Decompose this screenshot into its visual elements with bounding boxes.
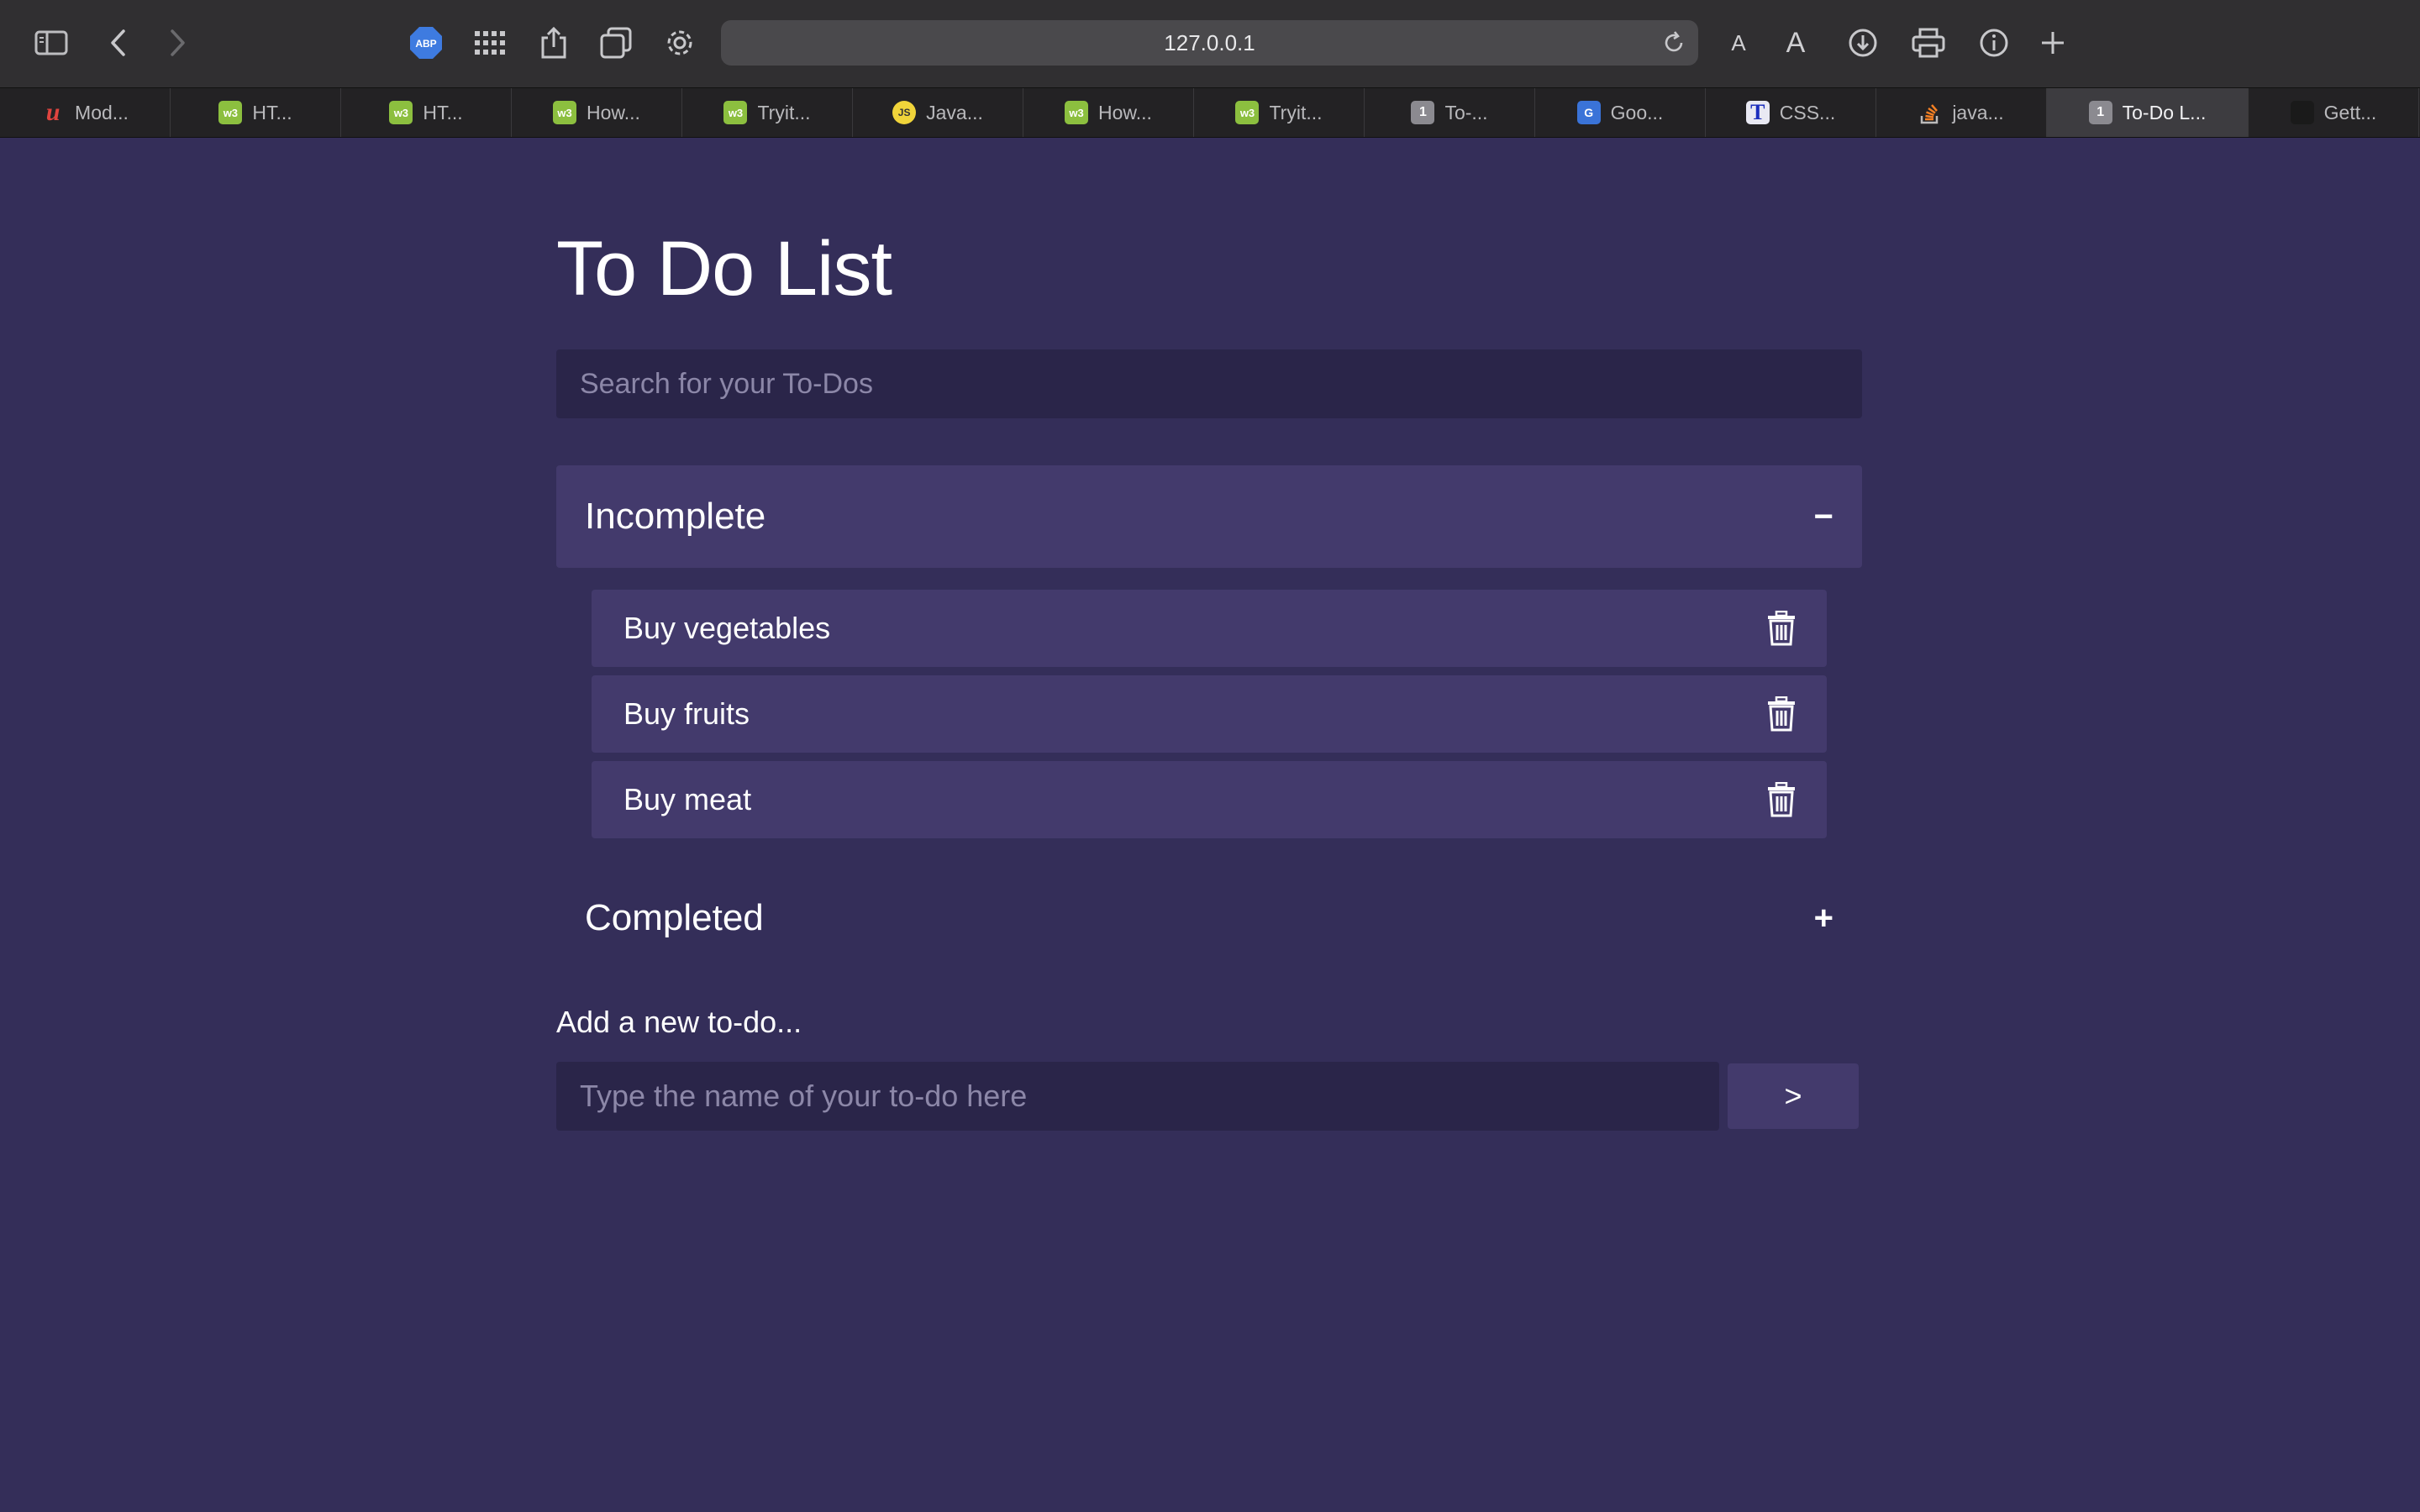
- gear-icon[interactable]: [655, 18, 704, 67]
- expand-toggle[interactable]: +: [1814, 900, 1833, 937]
- tab-title: Gett...: [2323, 101, 2377, 123]
- tab-title: Goo...: [1610, 101, 1664, 123]
- adblock-label: ABP: [415, 38, 436, 50]
- tab-title: To-Do L...: [2122, 101, 2207, 123]
- browser-tab[interactable]: w3 Tryit...: [682, 88, 853, 137]
- submit-button[interactable]: >: [1728, 1063, 1859, 1129]
- todo-item[interactable]: Buy vegetables: [592, 590, 1827, 667]
- todo-text: Buy vegetables: [623, 611, 831, 645]
- todo-text: Buy meat: [623, 782, 752, 816]
- browser-toolbar: ABP 127.0.0.1 A A: [0, 0, 2420, 87]
- font-smaller-button[interactable]: A: [1714, 18, 1763, 67]
- browser-tab[interactable]: w3 Tryit...: [1194, 88, 1365, 137]
- download-icon[interactable]: [1839, 18, 1887, 67]
- new-todo-input[interactable]: [556, 1062, 1719, 1131]
- completed-section-header[interactable]: Completed +: [556, 867, 1862, 969]
- tab-title: CSS...: [1779, 101, 1836, 123]
- font-larger-label: A: [1786, 26, 1806, 59]
- tab-title: java...: [1952, 101, 2004, 123]
- google-icon: G: [1576, 101, 1601, 124]
- tab-title: Mod...: [75, 101, 129, 123]
- browser-tab[interactable]: 1 To-Do L...: [2047, 88, 2249, 137]
- page-title: To Do List: [556, 226, 892, 312]
- browser-tab[interactable]: w3 How...: [512, 88, 682, 137]
- back-icon[interactable]: [94, 18, 143, 67]
- w3schools-icon: w3: [1235, 101, 1260, 124]
- adblock-icon[interactable]: ABP: [402, 18, 450, 67]
- font-smaller-label: A: [1731, 29, 1746, 55]
- todo-item[interactable]: Buy meat: [592, 761, 1827, 838]
- browser-tab[interactable]: G Goo...: [1535, 88, 1706, 137]
- tab-title: Tryit...: [1269, 101, 1323, 123]
- browser-tab[interactable]: JS Java...: [853, 88, 1023, 137]
- add-todo-label: Add a new to-do...: [556, 1005, 802, 1039]
- number-icon: 1: [1411, 101, 1435, 124]
- browser-tab[interactable]: T CSS...: [1706, 88, 1876, 137]
- tab-title: HT...: [423, 101, 463, 123]
- tab-overview-icon[interactable]: [592, 18, 640, 67]
- t-icon: T: [1745, 100, 1770, 124]
- new-tab-icon[interactable]: [2028, 18, 2077, 67]
- trash-icon[interactable]: [1766, 782, 1797, 817]
- number-icon: 1: [2088, 101, 2112, 124]
- udemy-icon: u: [45, 98, 60, 126]
- browser-tab[interactable]: w3 HT...: [171, 88, 341, 137]
- browser-tab[interactable]: 1 To-...: [1365, 88, 1535, 137]
- info-icon[interactable]: [1970, 18, 2018, 67]
- tab-title: HT...: [252, 101, 292, 123]
- tab-title: How...: [587, 101, 640, 123]
- address-bar[interactable]: 127.0.0.1: [721, 20, 1698, 66]
- browser-tab[interactable]: java...: [1876, 88, 2047, 137]
- font-larger-button[interactable]: A: [1771, 18, 1820, 67]
- stackoverflow-icon: [1918, 101, 1942, 124]
- todo-text: Buy fruits: [623, 696, 750, 731]
- w3schools-icon: w3: [553, 101, 577, 124]
- incomplete-section-header[interactable]: Incomplete −: [556, 465, 1862, 568]
- trash-icon[interactable]: [1766, 696, 1797, 732]
- w3schools-icon: w3: [389, 101, 413, 124]
- browser-tab[interactable]: u Mod...: [0, 88, 171, 137]
- tab-title: Java...: [926, 101, 983, 123]
- browser-tab[interactable]: Gett...: [2249, 88, 2419, 137]
- tab-title: Tryit...: [757, 101, 811, 123]
- print-icon[interactable]: [1904, 18, 1953, 67]
- javascript-icon: JS: [892, 101, 917, 124]
- dark-icon: [2290, 101, 2314, 124]
- w3schools-icon: w3: [1065, 101, 1089, 124]
- tab-title: To-...: [1444, 101, 1488, 123]
- completed-section-title: Completed: [585, 897, 764, 938]
- collapse-toggle[interactable]: −: [1814, 498, 1833, 536]
- grid-icon[interactable]: [466, 18, 514, 67]
- incomplete-section-title: Incomplete: [585, 496, 766, 537]
- tab-title: How...: [1098, 101, 1152, 123]
- sidebar-toggle-icon[interactable]: [27, 18, 76, 67]
- todo-item[interactable]: Buy fruits: [592, 675, 1827, 753]
- browser-tab[interactable]: w3 How...: [1023, 88, 1194, 137]
- search-input[interactable]: [556, 349, 1862, 418]
- reload-icon[interactable]: [1661, 30, 1686, 55]
- browser-tab[interactable]: w3 HT...: [341, 88, 512, 137]
- forward-icon[interactable]: [153, 18, 202, 67]
- url-text: 127.0.0.1: [1164, 30, 1255, 55]
- w3schools-icon: w3: [218, 101, 243, 124]
- share-icon[interactable]: [529, 18, 578, 67]
- tab-strip: u Mod... w3 HT... w3 HT... w3 How... w3 Tryit... J…: [0, 87, 2420, 138]
- w3schools-icon: w3: [723, 101, 748, 124]
- trash-icon[interactable]: [1766, 611, 1797, 646]
